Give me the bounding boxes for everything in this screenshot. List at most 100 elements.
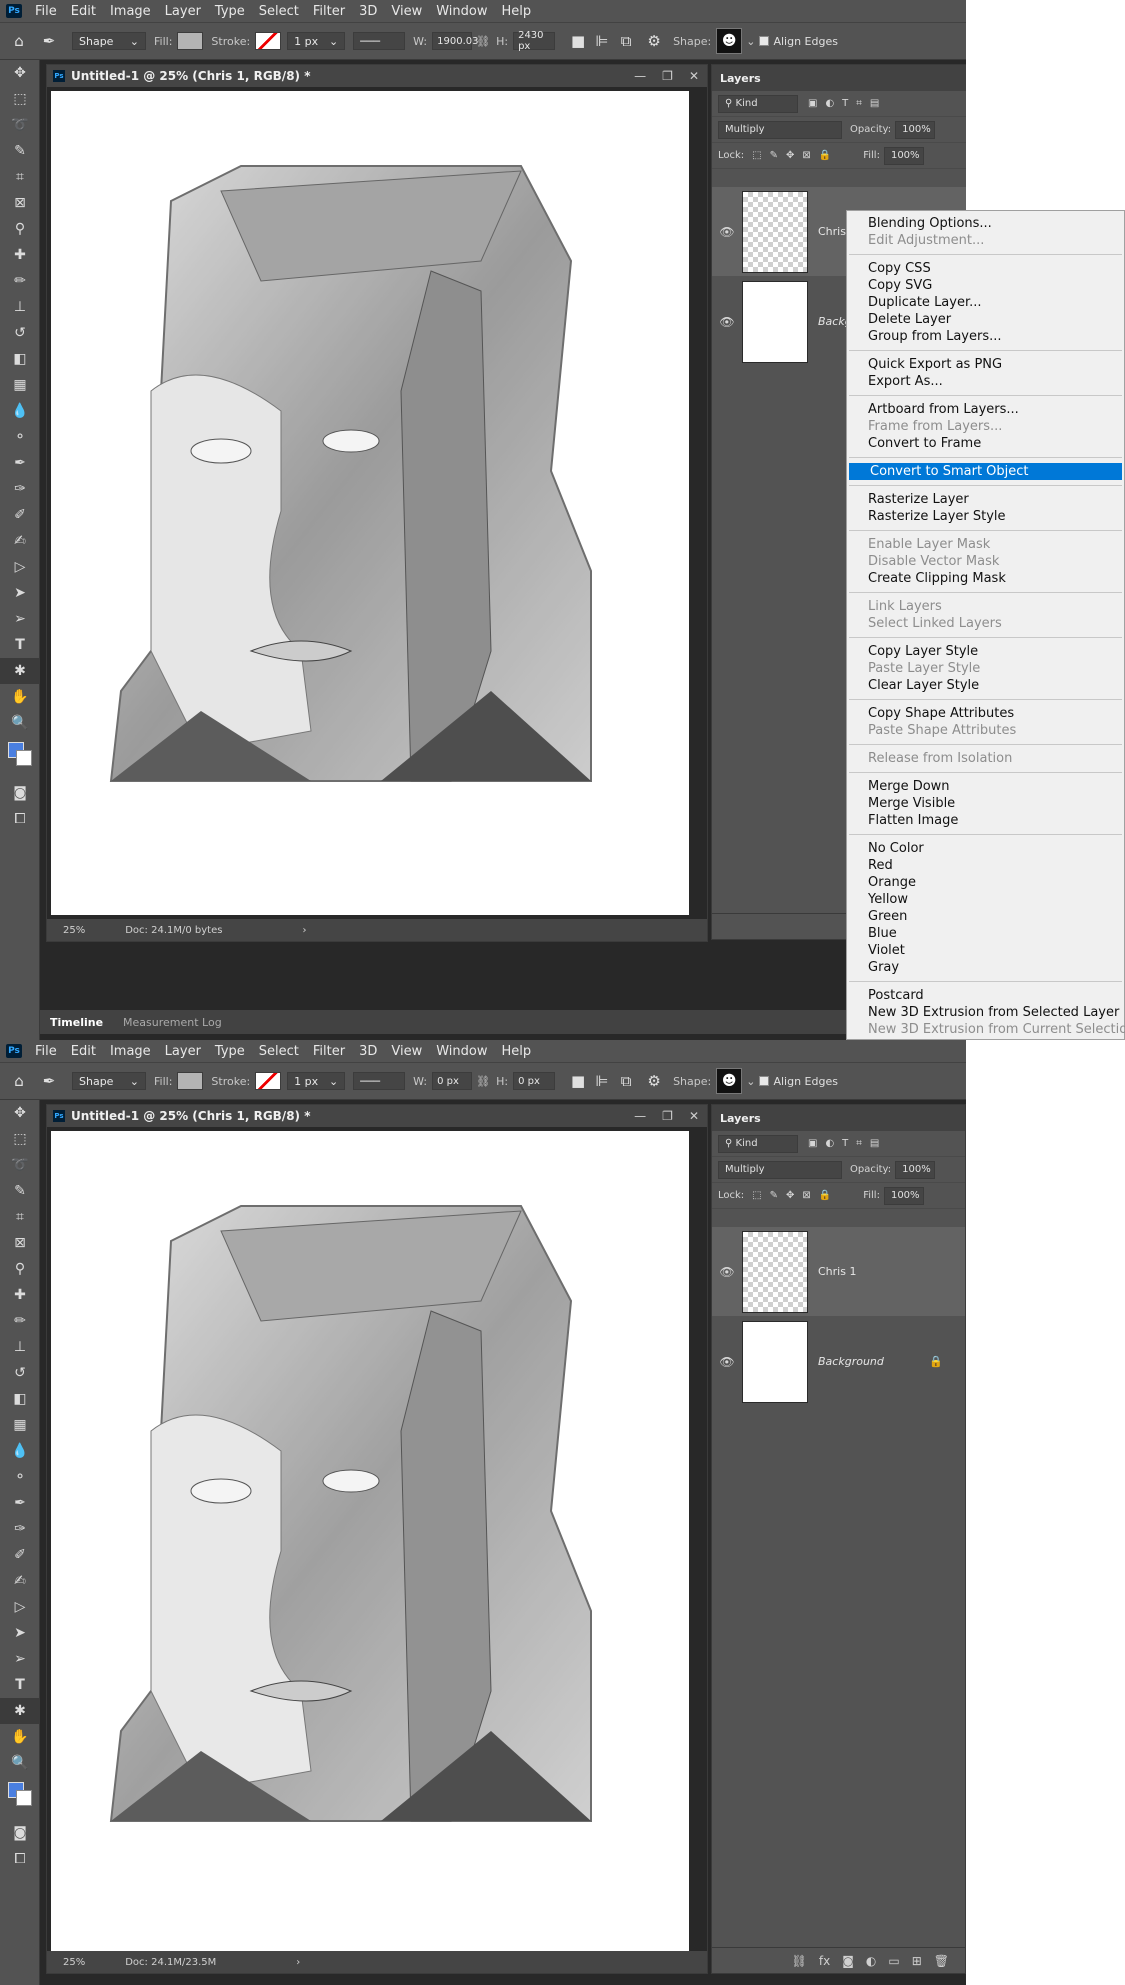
layer-name[interactable]: Chris 1 (818, 1265, 856, 1278)
fill-field[interactable]: 100% (883, 1186, 924, 1205)
menu-item-postcard[interactable]: Postcard (847, 987, 1124, 1004)
custom-shape-picker[interactable]: ☻ (716, 1068, 743, 1094)
screen-mode-icon[interactable]: ⧠ (0, 806, 40, 832)
quick-mask-icon[interactable]: ◙ (0, 780, 40, 806)
document-tab[interactable]: Ps Untitled-1 @ 25% (Chris 1, RGB/8) * —… (47, 65, 707, 87)
lasso-tool-icon[interactable]: ➰ (0, 112, 40, 138)
width-field[interactable]: 1900.03 (432, 32, 478, 50)
layer-name[interactable]: Background (818, 1355, 884, 1368)
quick-mask-icon[interactable]: ◙ (0, 1820, 40, 1846)
path-alignment-icon[interactable]: ⊫ (591, 30, 613, 52)
adjustment-layer-icon[interactable]: ◐ (866, 1954, 876, 1968)
fill-swatch[interactable] (177, 1072, 204, 1090)
menu-item-violet[interactable]: Violet (847, 942, 1124, 959)
path-arrangement-icon[interactable]: ⧉ (615, 1070, 637, 1092)
zoom-tool-icon[interactable]: 🔍 (0, 1750, 40, 1776)
fill-swatch[interactable] (177, 32, 204, 50)
menu-item-copy-css[interactable]: Copy CSS (847, 260, 1124, 277)
frame-tool-icon[interactable]: ⊠ (0, 1230, 40, 1256)
layer-thumbnail[interactable] (742, 1320, 808, 1403)
freeform-pen-icon[interactable]: ✑ (0, 1516, 40, 1542)
delete-layer-icon[interactable]: 🗑 (934, 1954, 949, 1968)
height-field[interactable]: 0 px (513, 1072, 556, 1090)
menu-item-green[interactable]: Green (847, 908, 1124, 925)
tool-mode-dropdown[interactable]: Shape ⌄ (72, 32, 146, 50)
menu-item-rasterize-layer-style[interactable]: Rasterize Layer Style (847, 508, 1124, 525)
chevron-right-icon[interactable]: › (296, 1957, 300, 1968)
custom-shape-tool-icon[interactable]: ✱ (0, 1698, 40, 1724)
filter-icons[interactable]: ▣◐T⌗▤ (808, 1138, 887, 1149)
layer-row-chris-1[interactable]: 👁 Chris 1 (712, 1227, 965, 1316)
menu-view[interactable]: View (384, 4, 429, 19)
crop-tool-icon[interactable]: ⌗ (0, 1204, 40, 1230)
layer-row-background[interactable]: 👁 Background 🔒 (712, 1317, 965, 1406)
menu-edit[interactable]: Edit (64, 4, 103, 19)
menu-3d[interactable]: 3D (352, 4, 384, 19)
zoom-level[interactable]: 25% (63, 925, 85, 936)
healing-brush-icon[interactable]: ✚ (0, 242, 40, 268)
tool-mode-dropdown[interactable]: Shape ⌄ (72, 1072, 146, 1090)
menu-window[interactable]: Window (429, 1044, 494, 1059)
menu-item-convert-to-smart-object[interactable]: Convert to Smart Object (849, 463, 1122, 480)
background-color-swatch[interactable] (16, 1790, 32, 1806)
chevron-down-icon[interactable]: ⌄ (746, 35, 755, 48)
fx-icon[interactable]: fx (819, 1954, 830, 1968)
screen-mode-icon[interactable]: ⧠ (0, 1846, 40, 1872)
fill-field[interactable]: 100% (883, 146, 924, 165)
layers-panel-tab[interactable]: Layers (712, 65, 966, 91)
background-color-swatch[interactable] (16, 750, 32, 766)
path-select-icon[interactable]: ➤ (0, 580, 40, 606)
freeform-pen-icon[interactable]: ✑ (0, 476, 40, 502)
menu-item-orange[interactable]: Orange (847, 874, 1124, 891)
menu-type[interactable]: Type (208, 1044, 252, 1059)
custom-shape-tool-icon[interactable]: ✱ (0, 658, 40, 684)
close-icon[interactable]: ✕ (689, 69, 699, 83)
pen-tool-icon[interactable]: ✒ (0, 1490, 40, 1516)
dodge-tool-icon[interactable]: ⚬ (0, 1464, 40, 1490)
tab-timeline[interactable]: Timeline (40, 1016, 113, 1029)
lock-icons[interactable]: ⬚✎✥⊠🔒 (752, 150, 839, 161)
history-brush-icon[interactable]: ↺ (0, 320, 40, 346)
menu-file[interactable]: File (28, 1044, 64, 1059)
stamp-tool-icon[interactable]: ⊥ (0, 294, 40, 320)
canvas[interactable] (51, 1131, 689, 1951)
path-select-icon[interactable]: ➤ (0, 1620, 40, 1646)
healing-brush-icon[interactable]: ✚ (0, 1282, 40, 1308)
eye-icon[interactable]: 👁 (712, 1355, 742, 1369)
menu-select[interactable]: Select (252, 1044, 306, 1059)
menu-item-copy-layer-style[interactable]: Copy Layer Style (847, 643, 1124, 660)
menu-item-quick-export-as-png[interactable]: Quick Export as PNG (847, 356, 1124, 373)
eye-icon[interactable]: 👁 (712, 225, 742, 239)
stroke-width-dropdown[interactable]: 1 px ⌄ (287, 32, 346, 50)
menu-item-delete-layer[interactable]: Delete Layer (847, 311, 1124, 328)
menu-item-rasterize-layer[interactable]: Rasterize Layer (847, 491, 1124, 508)
maximize-icon[interactable]: ❐ (662, 69, 673, 83)
eye-icon[interactable]: 👁 (712, 315, 742, 329)
lock-icons[interactable]: ⬚✎✥⊠🔒 (752, 1190, 839, 1201)
menu-3d[interactable]: 3D (352, 1044, 384, 1059)
quick-select-tool-icon[interactable]: ✎ (0, 1178, 40, 1204)
menu-item-red[interactable]: Red (847, 857, 1124, 874)
kind-filter-dropdown[interactable]: ⚲ Kind (718, 94, 798, 113)
hand-tool-icon[interactable]: ✋ (0, 1724, 40, 1750)
filter-icons[interactable]: ▣◐T⌗▤ (808, 98, 887, 109)
type-tool-icon[interactable]: T (0, 632, 40, 658)
gradient-tool-icon[interactable]: ▦ (0, 1412, 40, 1438)
history-brush-icon[interactable]: ↺ (0, 1360, 40, 1386)
crop-tool-icon[interactable]: ⌗ (0, 164, 40, 190)
layer-thumbnail[interactable] (742, 190, 808, 273)
move-tool-icon[interactable]: ✥ (0, 60, 40, 86)
lasso-tool-icon[interactable]: ➰ (0, 1152, 40, 1178)
zoom-level[interactable]: 25% (63, 1957, 85, 1968)
direct-select-icon[interactable]: ➢ (0, 606, 40, 632)
brush-tool-icon[interactable]: ✏ (0, 1308, 40, 1334)
marquee-tool-icon[interactable]: ⬚ (0, 1126, 40, 1152)
pen-tool-icon[interactable]: ✒ (0, 450, 40, 476)
layer-thumbnail[interactable] (742, 280, 808, 363)
menu-item-clear-layer-style[interactable]: Clear Layer Style (847, 677, 1124, 694)
menu-help[interactable]: Help (495, 1044, 539, 1059)
move-tool-icon[interactable]: ✥ (0, 1100, 40, 1126)
menu-item-copy-svg[interactable]: Copy SVG (847, 277, 1124, 294)
eyedropper-tool-icon[interactable]: ⚲ (0, 1256, 40, 1282)
custom-shape-picker[interactable]: ☻ (716, 28, 743, 54)
